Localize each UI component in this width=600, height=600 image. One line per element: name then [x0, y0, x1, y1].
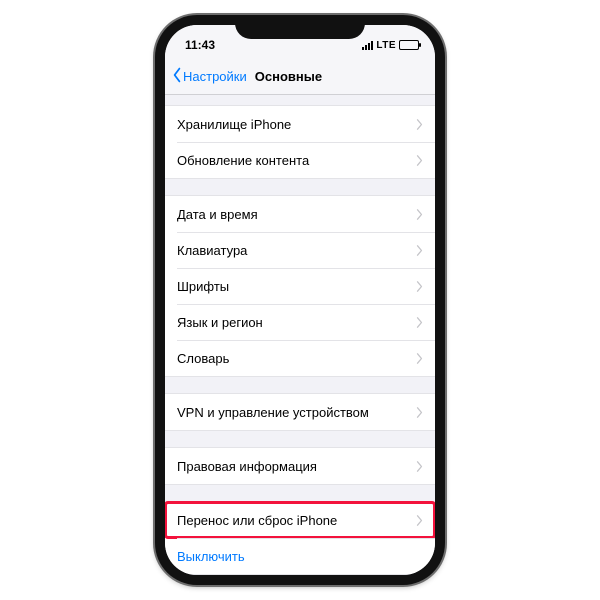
chevron-right-icon	[416, 317, 423, 328]
row-label: Правовая информация	[177, 459, 317, 474]
row-label: Обновление контента	[177, 153, 309, 168]
settings-content[interactable]: Хранилище iPhone Обновление контента Дата …	[165, 95, 435, 575]
row-label: Словарь	[177, 351, 229, 366]
row-label: Перенос или сброс iPhone	[177, 513, 337, 528]
settings-group: Перенос или сброс iPhone Выключить	[165, 501, 435, 575]
chevron-right-icon	[416, 281, 423, 292]
settings-row-legal[interactable]: Правовая информация	[165, 448, 435, 484]
row-label: Язык и регион	[177, 315, 263, 330]
battery-icon	[399, 40, 419, 50]
chevron-right-icon	[416, 353, 423, 364]
phone-frame: 11:43 LTE Настройки Основные Хранилище i…	[155, 15, 445, 585]
settings-row-keyboard[interactable]: Клавиатура	[165, 232, 435, 268]
screen: 11:43 LTE Настройки Основные Хранилище i…	[165, 25, 435, 575]
settings-group: Правовая информация	[165, 447, 435, 485]
chevron-right-icon	[416, 461, 423, 472]
network-label: LTE	[376, 40, 396, 51]
chevron-right-icon	[416, 155, 423, 166]
chevron-right-icon	[416, 245, 423, 256]
row-label: Хранилище iPhone	[177, 117, 291, 132]
chevron-right-icon	[416, 515, 423, 526]
back-label: Настройки	[183, 69, 247, 84]
settings-row-dictionary[interactable]: Словарь	[165, 340, 435, 376]
row-label: Клавиатура	[177, 243, 247, 258]
settings-row-transfer-reset[interactable]: Перенос или сброс iPhone	[165, 502, 435, 538]
settings-row-fonts[interactable]: Шрифты	[165, 268, 435, 304]
settings-row-shutdown[interactable]: Выключить	[165, 538, 435, 574]
settings-row-vpn[interactable]: VPN и управление устройством	[165, 394, 435, 430]
settings-group: VPN и управление устройством	[165, 393, 435, 431]
nav-bar: Настройки Основные	[165, 59, 435, 95]
settings-group: Хранилище iPhone Обновление контента	[165, 105, 435, 179]
chevron-left-icon	[171, 67, 183, 86]
notch	[235, 15, 365, 39]
row-label: Выключить	[177, 549, 245, 564]
settings-row-language-region[interactable]: Язык и регион	[165, 304, 435, 340]
settings-group: Дата и время Клавиатура Шрифты Язык и регио…	[165, 195, 435, 377]
settings-row-storage[interactable]: Хранилище iPhone	[165, 106, 435, 142]
settings-row-date-time[interactable]: Дата и время	[165, 196, 435, 232]
row-label: Шрифты	[177, 279, 229, 294]
row-label: VPN и управление устройством	[177, 405, 369, 420]
settings-row-background-refresh[interactable]: Обновление контента	[165, 142, 435, 178]
chevron-right-icon	[416, 407, 423, 418]
signal-icon	[362, 41, 373, 50]
page-title: Основные	[255, 69, 322, 84]
chevron-right-icon	[416, 209, 423, 220]
back-button[interactable]: Настройки	[171, 67, 247, 86]
status-right: LTE	[362, 40, 419, 51]
status-time: 11:43	[185, 38, 215, 52]
row-label: Дата и время	[177, 207, 258, 222]
chevron-right-icon	[416, 119, 423, 130]
